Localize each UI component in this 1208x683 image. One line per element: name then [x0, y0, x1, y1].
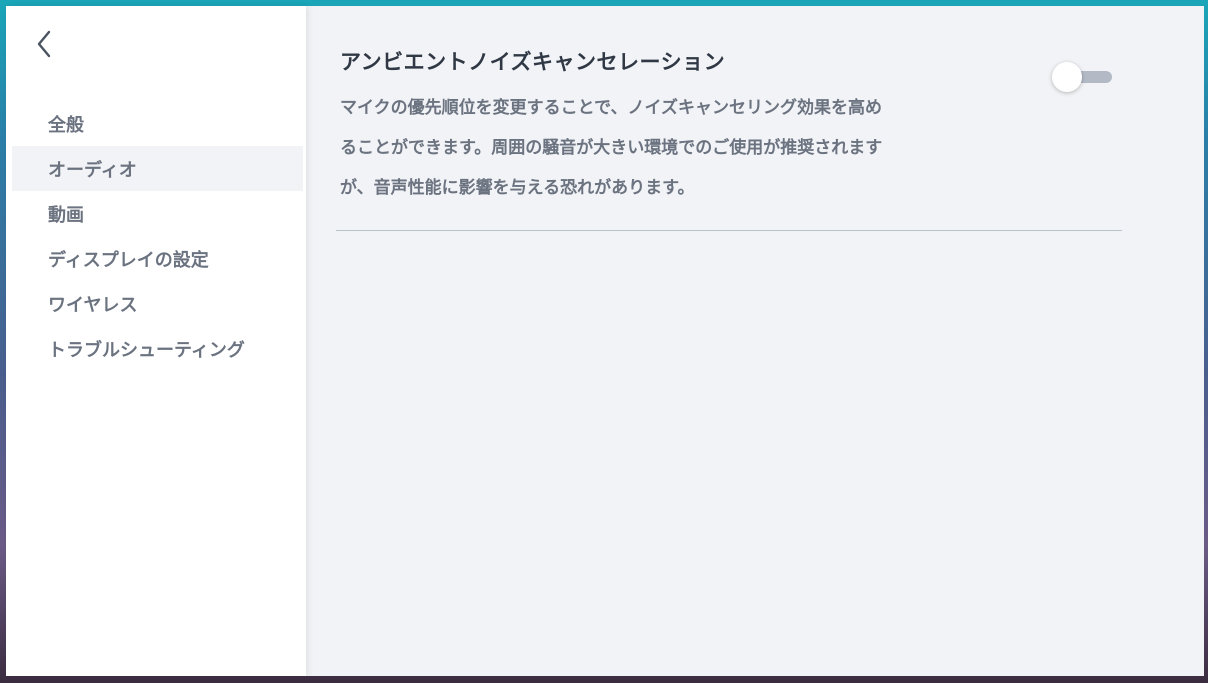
sidebar-nav: 全般 オーディオ 動画 ディスプレイの設定 ワイヤレス トラブルシューティング	[12, 101, 303, 371]
description-line: マイクの優先順位を変更することで、ノイズキャンセリング効果を高め	[340, 98, 882, 118]
sidebar-item-video[interactable]: 動画	[12, 191, 303, 236]
sidebar-item-audio[interactable]: オーディオ	[12, 146, 303, 191]
toggle-knob	[1052, 62, 1082, 92]
sidebar: 全般 オーディオ 動画 ディスプレイの設定 ワイヤレス トラブルシューティング	[6, 6, 306, 676]
setting-title: アンビエントノイズキャンセレーション	[340, 50, 726, 74]
settings-window: 全般 オーディオ 動画 ディスプレイの設定 ワイヤレス トラブルシューティング …	[6, 6, 1204, 676]
sidebar-item-troubleshooting[interactable]: トラブルシューティング	[12, 326, 303, 371]
ambient-noise-cancellation-toggle[interactable]	[1052, 62, 1114, 92]
back-button[interactable]	[30, 28, 58, 60]
content-panel: アンビエントノイズキャンセレーション マイクの優先順位を変更することで、ノイズキ…	[306, 6, 1204, 676]
chevron-left-icon	[37, 30, 51, 58]
sidebar-item-display-settings[interactable]: ディスプレイの設定	[12, 236, 303, 281]
sidebar-item-wireless[interactable]: ワイヤレス	[12, 281, 303, 326]
divider	[336, 230, 1122, 231]
setting-description: マイクの優先順位を変更することで、ノイズキャンセリング効果を高め ることができま…	[340, 88, 980, 208]
description-line: が、音声性能に影響を与える恐れがあります。	[340, 178, 695, 198]
sidebar-item-general[interactable]: 全般	[12, 101, 303, 146]
description-line: ることができます。周囲の騒音が大きい環境でのご使用が推奨されます	[340, 138, 883, 158]
